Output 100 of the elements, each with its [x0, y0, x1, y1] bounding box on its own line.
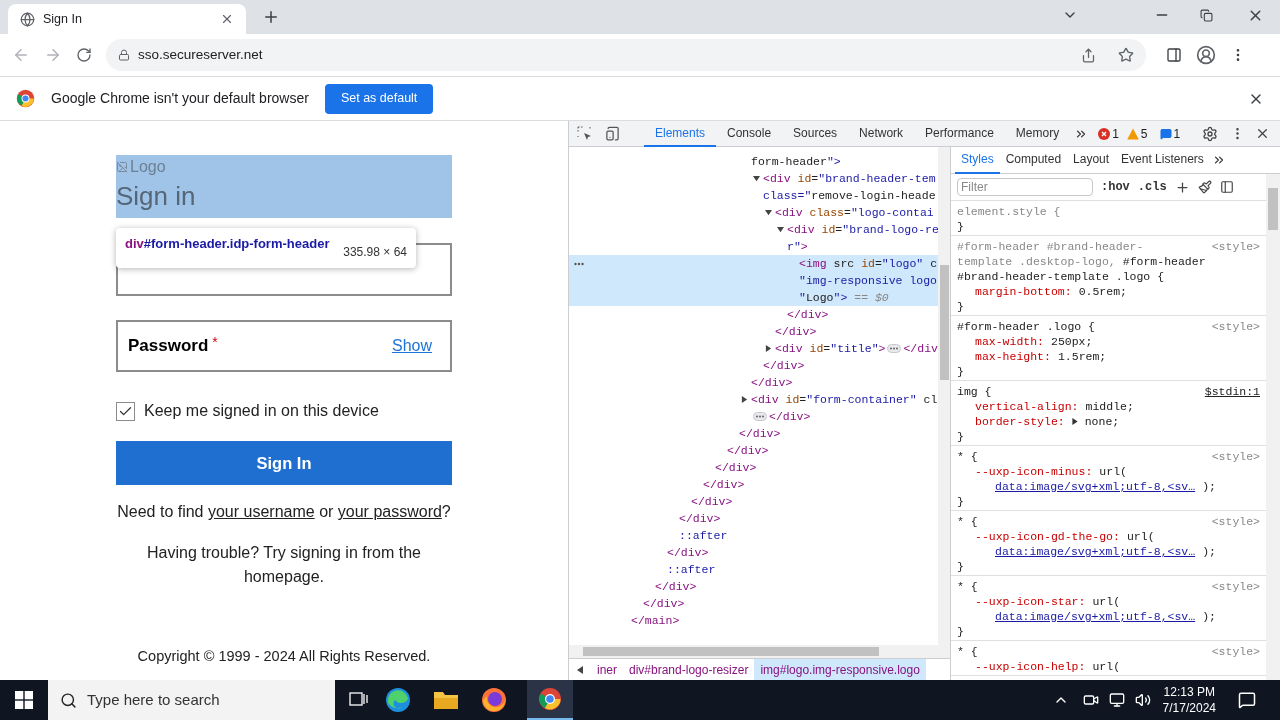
sidebar-tab[interactable]: Layout: [1067, 146, 1116, 174]
expand-arrow-icon[interactable]: [741, 396, 748, 403]
css-property[interactable]: margin-bottom:: [975, 284, 1072, 299]
css-value[interactable]: 250px;: [1051, 334, 1093, 349]
devtools-tab[interactable]: Console: [716, 120, 783, 147]
side-panel-icon[interactable]: [1166, 47, 1182, 63]
devtools-tab[interactable]: Memory: [1004, 120, 1071, 147]
code-line: </div>: [751, 374, 793, 391]
clock[interactable]: 12:13 PM 7/17/2024: [1162, 684, 1216, 716]
css-url-link[interactable]: data:image/svg+xml;utf-8,<sv…: [995, 609, 1196, 624]
bookmark-star-icon[interactable]: [1118, 47, 1134, 63]
css-value[interactable]: url(: [1092, 659, 1121, 674]
start-icon[interactable]: [15, 691, 33, 709]
css-selector: template .desktop-logo,: [957, 254, 1116, 269]
sidebar-tab[interactable]: Styles: [955, 146, 1000, 174]
vertical-scrollbar[interactable]: [1266, 174, 1280, 680]
folder-icon[interactable]: [433, 689, 459, 711]
devtools-tab[interactable]: Elements: [644, 120, 717, 147]
css-value[interactable]: none;: [1084, 414, 1120, 429]
settings-icon[interactable]: [1202, 125, 1218, 142]
code-line: </div>: [787, 306, 829, 323]
password-field[interactable]: Password * Show: [116, 320, 452, 372]
task-view-icon[interactable]: [349, 691, 369, 709]
code-line: ::after: [667, 561, 716, 578]
class-toggle[interactable]: .cls: [1137, 178, 1167, 196]
horizontal-scrollbar[interactable]: [569, 645, 950, 658]
scroll-left-icon[interactable]: [577, 665, 583, 674]
show-password-link[interactable]: Show: [391, 334, 432, 358]
code-line: </main>: [631, 612, 680, 629]
devtools-tab[interactable]: Network: [848, 120, 915, 147]
css-value[interactable]: url(: [1126, 529, 1155, 544]
close-devtools-icon[interactable]: [1255, 126, 1270, 141]
browser-tab[interactable]: Sign In: [8, 4, 246, 34]
network-icon[interactable]: [1108, 692, 1125, 708]
css-value[interactable]: 0.5rem;: [1078, 284, 1127, 299]
ellipsis-icon[interactable]: [887, 344, 902, 353]
address-bar[interactable]: sso.secureserver.net: [106, 39, 1146, 71]
expand-arrow-icon[interactable]: [1071, 418, 1078, 425]
paintbrush-icon[interactable]: [1197, 180, 1212, 194]
css-value[interactable]: middle;: [1085, 399, 1134, 414]
css-property[interactable]: border-style:: [975, 414, 1065, 429]
css-property[interactable]: --uxp-icon-star:: [975, 594, 1086, 609]
css-url-link[interactable]: data:image/svg+xml;utf-8,<sv…: [995, 479, 1196, 494]
firefox-icon[interactable]: [481, 687, 507, 713]
camera-icon[interactable]: [1082, 692, 1099, 708]
collapse-arrow-icon[interactable]: [777, 226, 784, 233]
breadcrumb[interactable]: iner: [591, 659, 623, 680]
help-link[interactable]: your username: [207, 503, 315, 520]
devtools-tab[interactable]: Performance: [914, 120, 1005, 147]
filter-field[interactable]: Filter: [957, 178, 1093, 196]
taskbar-search-field[interactable]: Type here to search: [48, 680, 335, 720]
css-property[interactable]: --uxp-icon-gd-the-go:: [975, 529, 1120, 544]
scrollbar-thumb[interactable]: [939, 265, 949, 380]
collapse-arrow-icon[interactable]: [753, 175, 760, 182]
help-link[interactable]: your password: [337, 503, 442, 520]
scrollbar-thumb[interactable]: [583, 647, 879, 656]
ellipsis-icon[interactable]: [753, 412, 767, 421]
breadcrumb[interactable]: img#logo.img-responsive.logo: [754, 659, 926, 680]
edge-icon[interactable]: [385, 687, 411, 713]
css-property[interactable]: max-height:: [975, 349, 1051, 364]
sign-in-button[interactable]: Sign In: [116, 441, 452, 485]
vertical-scrollbar[interactable]: [938, 147, 950, 645]
notifications-icon[interactable]: [1238, 691, 1256, 709]
breadcrumb[interactable]: div#brand-logo-resizer: [623, 659, 755, 680]
set-default-button[interactable]: Set as default: [324, 83, 434, 114]
share-icon[interactable]: [1081, 47, 1096, 63]
css-property[interactable]: --uxp-icon-minus:: [975, 464, 1093, 479]
taskbar-app[interactable]: [527, 680, 573, 720]
inspect-element-icon[interactable]: [577, 125, 593, 142]
rule-source[interactable]: $stdin:1: [1204, 384, 1260, 399]
volume-icon[interactable]: [1134, 692, 1151, 708]
device-toolbar-icon[interactable]: [605, 126, 620, 141]
code-line: </div>: [667, 544, 709, 561]
scrollbar-thumb[interactable]: [1268, 188, 1278, 230]
new-tab-icon[interactable]: [262, 8, 280, 26]
sidebar-toggle-icon[interactable]: [1219, 180, 1234, 194]
profile-icon[interactable]: [1196, 45, 1216, 65]
remember-checkbox[interactable]: [116, 401, 135, 421]
sidebar-tab[interactable]: Computed: [999, 146, 1068, 174]
close-tab-icon[interactable]: [220, 12, 234, 26]
error-icon[interactable]: [1098, 127, 1111, 140]
node-actions-icon[interactable]: [574, 261, 584, 266]
trouble-text: Having trouble? Try signing in from the homepage.: [146, 543, 422, 587]
restore-icon[interactable]: [1200, 9, 1213, 22]
rule-brace: }: [957, 560, 964, 573]
new-rule-icon[interactable]: [1174, 179, 1190, 195]
css-property[interactable]: max-width:: [975, 334, 1044, 349]
css-value[interactable]: url(: [1099, 464, 1127, 479]
css-property[interactable]: --uxp-icon-help:: [975, 659, 1086, 674]
collapse-arrow-icon[interactable]: [765, 209, 772, 216]
css-value[interactable]: 1.5rem;: [1057, 349, 1107, 364]
reload-icon[interactable]: [76, 47, 92, 63]
message-icon[interactable]: [1159, 127, 1172, 140]
css-value[interactable]: url(: [1092, 594, 1121, 609]
css-url-link[interactable]: data:image/svg+xml;utf-8,<sv…: [995, 544, 1196, 559]
sidebar-tab[interactable]: Event Listeners: [1115, 146, 1210, 174]
css-property[interactable]: vertical-align:: [975, 399, 1079, 414]
devtools-tab[interactable]: Sources: [782, 120, 849, 147]
expand-arrow-icon[interactable]: [765, 345, 772, 352]
hover-state-toggle[interactable]: :hov: [1101, 178, 1130, 196]
